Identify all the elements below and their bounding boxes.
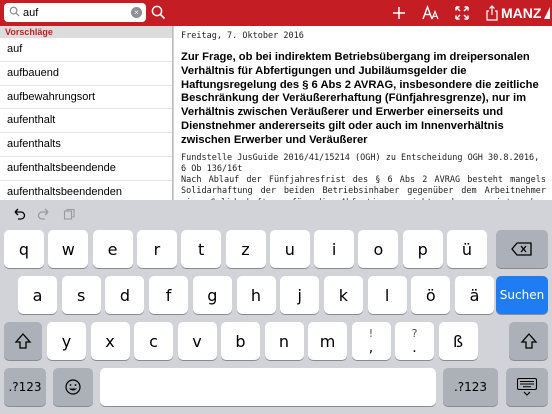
letter-key[interactable]: l: [367, 276, 407, 314]
letter-key[interactable]: z: [225, 230, 266, 268]
emoji-icon: [65, 379, 81, 395]
letter-key[interactable]: v: [177, 322, 217, 360]
article-date: Freitag, 7. Oktober 2016: [181, 31, 304, 41]
hide-keyboard-key[interactable]: [506, 368, 548, 406]
backspace-icon: [511, 242, 532, 256]
punctuation-key-shifted-label: ?: [411, 327, 418, 340]
undo-icon[interactable]: [12, 208, 26, 220]
manz-logo: MANZ: [501, 5, 542, 21]
letter-key[interactable]: u: [269, 230, 310, 268]
search-key[interactable]: Suchen: [496, 276, 548, 314]
share-icon: [486, 5, 498, 21]
suggestions-list: Vorschläge auf aufbauend aufbewahrungsor…: [0, 26, 173, 200]
keyboard-dismiss-icon: [516, 377, 538, 396]
fullscreen-button[interactable]: [453, 3, 471, 23]
numbers-key-left[interactable]: .?123: [4, 368, 46, 406]
suggestion-item[interactable]: auf: [0, 38, 172, 62]
letter-key[interactable]: b: [221, 322, 260, 360]
shift-key-left[interactable]: [4, 322, 42, 360]
letter-key[interactable]: i: [314, 230, 355, 268]
add-button[interactable]: [391, 3, 407, 23]
article-headline[interactable]: Zur Frage, ob bei indirektem Betriebsübe…: [181, 51, 546, 148]
letter-key[interactable]: j: [280, 276, 320, 314]
letter-key[interactable]: c: [134, 322, 173, 360]
suggestion-item[interactable]: aufenthaltsbeendenden: [0, 181, 172, 200]
suggestion-item[interactable]: aufbauend: [0, 62, 172, 86]
backspace-key[interactable]: [496, 230, 548, 268]
plus-icon: [393, 7, 405, 19]
letter-key[interactable]: ü: [447, 230, 487, 268]
suggestion-item[interactable]: aufenthalt: [0, 109, 172, 134]
letter-key[interactable]: s: [61, 276, 101, 314]
letter-key[interactable]: p: [402, 230, 443, 268]
letter-key[interactable]: d: [105, 276, 145, 314]
punctuation-key[interactable]: !,: [351, 322, 391, 360]
letter-key[interactable]: n: [264, 322, 304, 360]
letter-key[interactable]: w: [48, 230, 89, 268]
punctuation-key-shifted-label: !: [368, 327, 374, 340]
letter-key[interactable]: e: [92, 230, 133, 268]
search-icon[interactable]: [150, 4, 167, 21]
manz-logo-mark-icon: [544, 7, 551, 19]
letter-key[interactable]: f: [149, 276, 189, 314]
suggestion-item[interactable]: aufenthaltsbeendende: [0, 157, 172, 181]
font-size-icon: [422, 5, 439, 20]
paste-icon[interactable]: [62, 208, 76, 220]
letter-key[interactable]: ö: [411, 276, 451, 314]
punctuation-key-label: .: [412, 340, 417, 356]
letter-key[interactable]: ä: [455, 276, 494, 314]
search-input[interactable]: [23, 4, 128, 21]
letter-key[interactable]: r: [136, 230, 177, 268]
suggestions-header: Vorschläge: [0, 26, 172, 38]
shift-icon: [14, 333, 32, 349]
search-icon: [9, 6, 20, 17]
letter-key[interactable]: k: [323, 276, 363, 314]
letter-key[interactable]: m: [308, 322, 347, 360]
letter-key[interactable]: g: [192, 276, 232, 314]
search-field[interactable]: ×: [4, 3, 146, 22]
space-key[interactable]: [100, 368, 436, 406]
letter-key[interactable]: a: [18, 276, 57, 314]
letter-key[interactable]: o: [358, 230, 399, 268]
suggestion-item[interactable]: aufenthalts: [0, 133, 172, 157]
letter-key[interactable]: y: [47, 322, 86, 360]
fullscreen-icon: [455, 6, 469, 20]
emoji-key[interactable]: [53, 368, 93, 406]
suggestion-item[interactable]: aufbewahrungsort: [0, 86, 172, 110]
letter-key[interactable]: t: [181, 230, 222, 268]
font-size-button[interactable]: [421, 3, 441, 23]
article-panel: Freitag, 7. Oktober 2016 Zur Frage, ob b…: [174, 26, 552, 200]
article-body: Nach Ablauf der Fünfjahresfrist des § 6 …: [181, 175, 546, 200]
shift-key-right[interactable]: [509, 322, 548, 360]
letter-key[interactable]: q: [4, 230, 44, 268]
manz-menu-button[interactable]: MANZ: [485, 3, 551, 23]
article-source: Fundstelle JusGuide 2016/41/15214 (OGH) …: [181, 152, 540, 174]
shift-icon: [520, 333, 537, 349]
eszett-key[interactable]: ß: [438, 322, 478, 360]
top-toolbar: × MANZ: [0, 0, 552, 26]
numbers-key-right[interactable]: .?123: [443, 368, 498, 406]
onscreen-keyboard: qwertzuiopü asdfghjklöä y x c v b n m!,?. ß Suc…: [0, 200, 552, 414]
redo-icon[interactable]: [37, 208, 51, 220]
clear-search-button[interactable]: ×: [131, 7, 142, 18]
punctuation-key[interactable]: ?.: [395, 322, 434, 360]
letter-key[interactable]: h: [236, 276, 276, 314]
punctuation-key-label: ,: [368, 340, 374, 356]
letter-key[interactable]: x: [90, 322, 130, 360]
